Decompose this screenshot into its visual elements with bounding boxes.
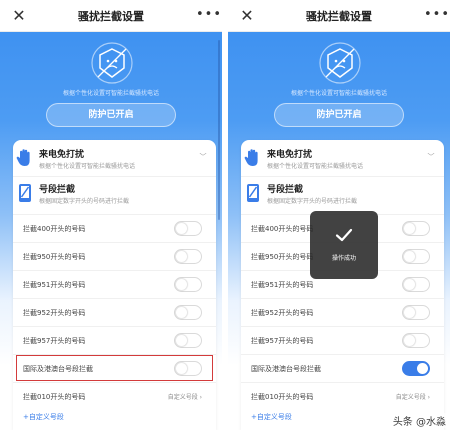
more-options-icon[interactable]: ••• xyxy=(424,6,449,24)
section-call-dnd[interactable]: 来电免打扰 根据个性化设置可智能拦截骚扰电话 ﹀ xyxy=(241,142,444,176)
phone-block-icon xyxy=(19,184,31,202)
shield-face-icon xyxy=(319,42,361,84)
close-icon[interactable]: ✕ xyxy=(238,7,256,25)
protection-status-button[interactable]: 防护已开启 xyxy=(274,103,404,127)
toggle-switch[interactable] xyxy=(402,277,430,292)
custom-range-link[interactable]: 自定义号段 › xyxy=(168,392,202,401)
list-item: 拦截952开头的号码 xyxy=(241,298,444,326)
add-custom-range-link[interactable]: +自定义号段 xyxy=(23,412,64,422)
list-item: 拦截951开头的号码 xyxy=(13,270,216,298)
toggle-knob xyxy=(404,223,415,234)
section-call-dnd[interactable]: 来电免打扰 根据个性化设置可智能拦截骚扰电话 ﹀ xyxy=(13,142,216,176)
toggle-switch[interactable] xyxy=(402,305,430,320)
toggle-knob xyxy=(404,307,415,318)
add-custom-range-link[interactable]: +自定义号段 xyxy=(251,412,292,422)
toggle-switch[interactable] xyxy=(402,361,430,376)
settings-card: 来电免打扰 根据个性化设置可智能拦截骚扰电话 ﹀ 号段拦截 根据固定数字开头的号… xyxy=(13,140,216,430)
toggle-switch[interactable] xyxy=(402,249,430,264)
phone-screen-after: ✕ 骚扰拦截设置 ••• 根据个性化设置可智能拦截骚扰电话 防护已开启 来电免打… xyxy=(228,0,450,430)
toggle-knob xyxy=(404,279,415,290)
section-title: 号段拦截 xyxy=(39,185,76,195)
section-description: 根据固定数字开头的号码进行拦截 xyxy=(267,198,358,205)
toggle-switch[interactable] xyxy=(402,333,430,348)
toggle-switch[interactable] xyxy=(402,221,430,236)
section-description: 根据固定数字开头的号码进行拦截 xyxy=(39,198,130,205)
toggle-knob xyxy=(176,307,187,318)
custom-range-link[interactable]: 自定义号段 › xyxy=(396,392,430,401)
section-description: 根据个性化设置可智能拦截骚扰电话 xyxy=(39,163,136,170)
row-label: 拦截950开头的号码 xyxy=(251,253,314,261)
toast-message: 操作成功 xyxy=(331,255,356,262)
chevron-down-icon[interactable]: ﹀ xyxy=(198,153,208,161)
phone-screen-before: ✕ 骚扰拦截设置 ••• 根据个性化设置可智能拦截骚扰电话 防护已开启 来电免打… xyxy=(0,0,222,430)
list-item: 国际及港澳台号段拦截 xyxy=(241,354,444,382)
section-description: 根据个性化设置可智能拦截骚扰电话 xyxy=(267,163,364,170)
toggle-switch[interactable] xyxy=(174,249,202,264)
close-icon[interactable]: ✕ xyxy=(10,7,28,25)
section-title: 来电免打扰 xyxy=(39,150,85,160)
checkmark-icon xyxy=(335,228,353,242)
toggle-knob xyxy=(404,251,415,262)
toggle-switch[interactable] xyxy=(174,305,202,320)
toggle-switch[interactable] xyxy=(174,221,202,236)
page-title: 骚扰拦截设置 xyxy=(306,9,372,23)
row-label: 拦截010开头的号码 xyxy=(251,393,314,401)
toggle-knob xyxy=(176,251,187,262)
toggle-switch[interactable] xyxy=(174,277,202,292)
section-title: 号段拦截 xyxy=(267,185,304,195)
page-title: 骚扰拦截设置 xyxy=(78,9,144,23)
chevron-down-icon[interactable]: ﹀ xyxy=(426,153,436,161)
row-label: 拦截957开头的号码 xyxy=(251,337,314,345)
hero-description: 根据个性化设置可智能拦截骚扰电话 xyxy=(290,90,387,97)
toggle-knob xyxy=(417,363,428,374)
title-bar: ✕ 骚扰拦截设置 ••• xyxy=(228,0,450,32)
list-item: 拦截957开头的号码 xyxy=(13,326,216,354)
scrollbar[interactable] xyxy=(218,40,220,220)
list-item: 拦截957开头的号码 xyxy=(241,326,444,354)
comparison-stage: ✕ 骚扰拦截设置 ••• 根据个性化设置可智能拦截骚扰电话 防护已开启 来电免打… xyxy=(0,0,450,430)
title-bar: ✕ 骚扰拦截设置 ••• xyxy=(0,0,222,32)
row-label: 拦截951开头的号码 xyxy=(23,281,86,289)
toggle-switch[interactable] xyxy=(174,333,202,348)
watermark: 头条 @水淼 xyxy=(390,413,448,428)
list-item[interactable]: 拦截010开头的号码 自定义号段 › xyxy=(241,382,444,410)
list-item[interactable]: 拦截010开头的号码 自定义号段 › xyxy=(13,382,216,410)
phone-block-icon xyxy=(247,184,259,202)
row-label: 拦截951开头的号码 xyxy=(251,281,314,289)
list-item: 拦截400开头的号码 xyxy=(13,214,216,242)
row-label: 拦截400开头的号码 xyxy=(23,225,86,233)
more-options-icon[interactable]: ••• xyxy=(196,6,221,24)
toggle-knob xyxy=(176,223,187,234)
toggle-knob xyxy=(176,279,187,290)
section-number-block: 号段拦截 根据固定数字开头的号码进行拦截 xyxy=(13,176,216,210)
row-label: 拦截957开头的号码 xyxy=(23,337,86,345)
row-label: 拦截952开头的号码 xyxy=(251,309,314,317)
list-item: 拦截950开头的号码 xyxy=(13,242,216,270)
hand-stop-icon xyxy=(244,149,258,166)
settings-card: 来电免打扰 根据个性化设置可智能拦截骚扰电话 ﹀ 号段拦截 根据固定数字开头的号… xyxy=(241,140,444,430)
section-title: 来电免打扰 xyxy=(267,150,313,160)
row-label: 拦截400开头的号码 xyxy=(251,225,314,233)
shield-face-icon xyxy=(91,42,133,84)
protection-status-button[interactable]: 防护已开启 xyxy=(46,103,176,127)
highlight-box xyxy=(16,355,213,381)
row-label: 国际及港澳台号段拦截 xyxy=(251,365,321,373)
row-label: 拦截952开头的号码 xyxy=(23,309,86,317)
row-label: 拦截950开头的号码 xyxy=(23,253,86,261)
hero-description: 根据个性化设置可智能拦截骚扰电话 xyxy=(62,90,159,97)
toggle-knob xyxy=(404,335,415,346)
section-number-block: 号段拦截 根据固定数字开头的号码进行拦截 xyxy=(241,176,444,210)
success-toast: 操作成功 xyxy=(310,211,378,279)
list-item: 拦截952开头的号码 xyxy=(13,298,216,326)
hand-stop-icon xyxy=(16,149,30,166)
row-label: 拦截010开头的号码 xyxy=(23,393,86,401)
toggle-knob xyxy=(176,335,187,346)
